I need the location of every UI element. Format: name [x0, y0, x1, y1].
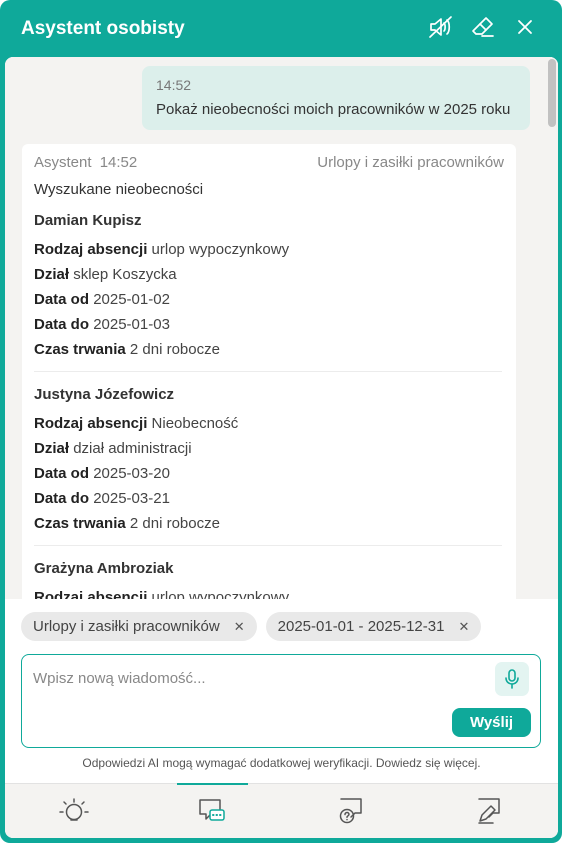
- speaker-muted-icon: [429, 16, 452, 38]
- ai-disclaimer[interactable]: Odpowiedzi AI mogą wymagać dodatkowej we…: [5, 756, 558, 770]
- field-label: Data do: [34, 490, 90, 507]
- field-label: Rodzaj absencji: [34, 241, 148, 258]
- duration: 2 dni robocze: [129, 341, 220, 358]
- assistant-author: Asystent: [34, 154, 92, 171]
- employee-name: Justyna Józefowicz: [34, 386, 175, 403]
- header-actions: [426, 12, 540, 42]
- duration: 2 dni robocze: [129, 515, 220, 532]
- field-label: Czas trwania: [34, 515, 126, 532]
- date-from: 2025-03-20: [93, 465, 170, 482]
- department: sklep Koszycka: [73, 266, 177, 283]
- category-chip[interactable]: Urlopy i zasiłki pracowników ✕: [21, 612, 257, 641]
- absence-type: urlop wypoczynkowy: [151, 589, 290, 599]
- field-label: Dział: [34, 266, 70, 283]
- chip-label: 2025-01-01 - 2025-12-31: [277, 618, 445, 635]
- header: Asystent osobisty: [0, 0, 562, 57]
- field-label: Data do: [34, 316, 90, 333]
- voice-input-button[interactable]: [495, 662, 529, 696]
- assistant-message-header: Asystent 14:52 Urlopy i zasiłki pracowni…: [34, 154, 504, 171]
- remove-chip-icon[interactable]: ✕: [458, 619, 469, 635]
- lightbulb-icon: [59, 798, 89, 821]
- absence-type: Nieobecność: [151, 415, 239, 432]
- nav-edit[interactable]: [420, 784, 558, 838]
- assistant-message: Asystent 14:52 Urlopy i zasiłki pracowni…: [22, 144, 516, 599]
- chip-label: Urlopy i zasiłki pracowników: [33, 618, 220, 635]
- window-title: Asystent osobisty: [21, 17, 185, 39]
- chat-panel: 14:52 Pokaż nieobecności moich pracownik…: [5, 57, 558, 838]
- send-button[interactable]: Wyślij: [452, 708, 531, 737]
- chat-icon: [199, 799, 226, 821]
- mute-speaker-button[interactable]: [426, 12, 456, 42]
- user-message: 14:52 Pokaż nieobecności moich pracownik…: [142, 66, 530, 130]
- field-label: Dział: [34, 440, 70, 457]
- employee-name: Damian Kupisz: [34, 212, 142, 229]
- date-from: 2025-01-02: [93, 291, 170, 308]
- date-to: 2025-01-03: [93, 316, 170, 333]
- nav-ideas[interactable]: [5, 784, 143, 838]
- field-label: Rodzaj absencji: [34, 415, 148, 432]
- close-icon: [518, 20, 532, 34]
- nav-chat[interactable]: [143, 783, 281, 838]
- microphone-icon: [505, 669, 519, 689]
- edit-chat-icon: [478, 798, 500, 824]
- date-to: 2025-03-21: [93, 490, 170, 507]
- assistant-category: Urlopy i zasiłki pracowników: [317, 154, 504, 171]
- field-label: Rodzaj absencji: [34, 589, 148, 599]
- scrollbar-thumb[interactable]: [548, 59, 556, 127]
- user-message-text: Pokaż nieobecności moich pracowników w 2…: [156, 101, 511, 118]
- assistant-window: Asystent osobisty 14:52 Pokaż nieobecnoś…: [0, 0, 562, 843]
- clear-chat-button[interactable]: [468, 12, 498, 42]
- remove-chip-icon[interactable]: ✕: [234, 619, 245, 635]
- employee-name: Grażyna Ambroziak: [34, 560, 174, 577]
- nav-help[interactable]: [282, 784, 420, 838]
- message-list: 14:52 Pokaż nieobecności moich pracownik…: [5, 57, 558, 599]
- help-chat-icon: [339, 798, 362, 824]
- eraser-icon: [472, 17, 494, 37]
- user-message-time: 14:52: [156, 77, 192, 93]
- context-chips: Urlopy i zasiłki pracowników ✕ 2025-01-0…: [21, 612, 482, 641]
- bottom-nav: [5, 783, 558, 838]
- assistant-message-time: 14:52: [99, 154, 138, 171]
- absence-record: Grażyna Ambroziak Rodzaj absencji urlop …: [34, 546, 502, 599]
- assistant-intro: Wyszukane nieobecności: [34, 181, 204, 198]
- field-label: Data od: [34, 465, 90, 482]
- message-input[interactable]: [33, 665, 473, 691]
- absence-type: urlop wypoczynkowy: [151, 241, 290, 258]
- message-composer: Wyślij: [21, 654, 541, 748]
- absence-record: Justyna Józefowicz Rodzaj absencji Nieob…: [34, 372, 502, 546]
- field-label: Data od: [34, 291, 90, 308]
- date-range-chip[interactable]: 2025-01-01 - 2025-12-31 ✕: [265, 612, 482, 641]
- scrollbar[interactable]: [546, 57, 558, 599]
- absence-record: Damian Kupisz Rodzaj absencji urlop wypo…: [34, 198, 502, 372]
- close-button[interactable]: [510, 12, 540, 42]
- field-label: Czas trwania: [34, 341, 126, 358]
- department: dział administracji: [73, 440, 192, 457]
